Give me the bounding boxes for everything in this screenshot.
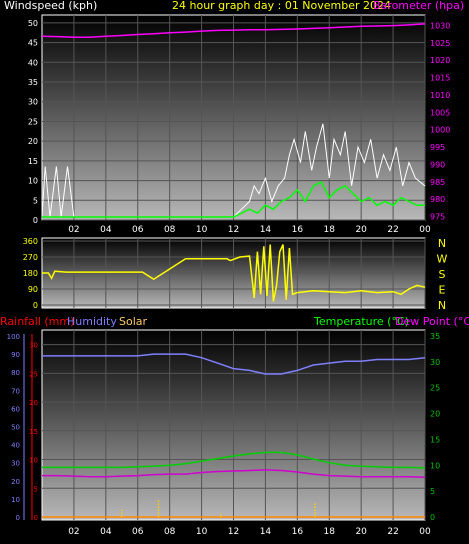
chart-title: 24 hour graph day : 01 November 2024 xyxy=(172,0,392,12)
rainfall-axis-label: Rainfall (mm) xyxy=(0,315,75,328)
temperature-tick-label: 30 xyxy=(430,358,440,367)
direction-tick-label: 90 xyxy=(28,285,38,294)
barometer-tick-label: 1000 xyxy=(430,126,450,135)
barometer-tick-label: 1005 xyxy=(430,108,450,117)
x-tick-label: 14 xyxy=(260,225,272,235)
rainfall-tick-label: 5 xyxy=(34,485,38,493)
x-tick-label: 22 xyxy=(387,225,398,235)
barometer-tick-label: 1025 xyxy=(430,39,450,48)
humidity-axis-label: Humidity xyxy=(67,315,117,328)
rainfall-tick-label: 25 xyxy=(29,370,38,378)
x-tick-label: 18 xyxy=(324,225,336,235)
temperature-tick-label: 35 xyxy=(430,332,440,341)
direction-tick-label: 180 xyxy=(23,269,38,278)
x-tick-label: 10 xyxy=(196,527,208,537)
windspeed-axis-label: Windspeed (kph) xyxy=(4,0,98,12)
windspeed-tick-label: 25 xyxy=(28,117,38,126)
weather-graph-stage: 0510152025303540455097598098599099510001… xyxy=(7,14,450,537)
humidity-tick-label: 70 xyxy=(11,387,20,395)
humidity-tick-label: 60 xyxy=(11,405,20,413)
x-tick-label: 08 xyxy=(164,527,176,537)
temperature-tick-label: 5 xyxy=(430,487,435,496)
humidity-tick-label: 50 xyxy=(11,424,20,432)
windspeed-tick-label: 45 xyxy=(28,39,38,48)
compass-letter: S xyxy=(439,268,446,281)
dewpoint-axis-label: Dew Point (°C) xyxy=(395,315,469,328)
humidity-tick-label: 100 xyxy=(7,333,20,341)
humidity-tick-label: 0 xyxy=(16,514,20,522)
barometer-axis-label: Barometer (hpa) xyxy=(373,0,465,12)
temperature-tick-label: 10 xyxy=(430,461,440,470)
barometer-tick-label: 1030 xyxy=(430,21,450,30)
windspeed-tick-label: 40 xyxy=(28,58,38,67)
temperature-tick-label: 15 xyxy=(430,435,440,444)
x-tick-label: 16 xyxy=(292,527,304,537)
x-tick-label: 22 xyxy=(387,527,398,537)
direction-tick-label: 0 xyxy=(33,301,38,310)
x-tick-label: 06 xyxy=(132,225,144,235)
compass-letter: N xyxy=(438,237,446,250)
rainfall-tick-label: 0 xyxy=(34,514,38,522)
windspeed-tick-label: 5 xyxy=(33,196,38,205)
barometer-tick-label: 985 xyxy=(430,178,445,187)
x-tick-label: 04 xyxy=(100,527,112,537)
direction-tick-label: 270 xyxy=(23,253,38,262)
barometer-tick-label: 975 xyxy=(430,213,445,222)
windspeed-tick-label: 30 xyxy=(28,98,38,107)
compass-letter: W xyxy=(437,253,448,266)
humidity-tick-label: 20 xyxy=(11,478,20,486)
x-tick-label: 14 xyxy=(260,527,272,537)
windspeed-tick-label: 35 xyxy=(28,78,38,87)
rainfall-tick-label: 15 xyxy=(29,428,38,436)
windspeed-tick-label: 0 xyxy=(33,216,38,225)
x-tick-label: 04 xyxy=(100,225,112,235)
x-tick-label: 06 xyxy=(132,527,144,537)
compass-letter: E xyxy=(439,284,446,297)
x-tick-label: 02 xyxy=(68,527,79,537)
solar-axis-label: Solar xyxy=(119,315,148,328)
x-tick-label: 00 xyxy=(419,225,431,235)
x-tick-label: 16 xyxy=(292,225,304,235)
humidity-tick-label: 80 xyxy=(11,369,20,377)
barometer-tick-label: 995 xyxy=(430,143,445,152)
compass-letter: N xyxy=(438,299,446,312)
rainfall-tick-label: 20 xyxy=(29,399,38,407)
x-tick-label: 18 xyxy=(324,527,336,537)
barometer-tick-label: 1010 xyxy=(430,91,450,100)
barometer-tick-label: 980 xyxy=(430,195,445,204)
rainfall-tick-label: 30 xyxy=(29,342,38,350)
barometer-tick-label: 1015 xyxy=(430,74,450,83)
windspeed-tick-label: 15 xyxy=(28,157,38,166)
x-tick-label: 02 xyxy=(68,225,79,235)
x-tick-label: 20 xyxy=(355,225,367,235)
temperature-tick-label: 0 xyxy=(430,513,435,522)
barometer-tick-label: 990 xyxy=(430,160,445,169)
humidity-tick-label: 90 xyxy=(11,351,20,359)
rainfall-tick-label: 10 xyxy=(29,457,38,465)
humidity-tick-label: 40 xyxy=(11,442,20,450)
x-tick-label: 10 xyxy=(196,225,208,235)
windspeed-tick-label: 50 xyxy=(28,19,38,28)
x-tick-label: 08 xyxy=(164,225,176,235)
humidity-tick-label: 30 xyxy=(11,460,20,468)
direction-tick-label: 360 xyxy=(23,237,38,246)
temperature-tick-label: 20 xyxy=(430,410,440,419)
x-tick-label: 12 xyxy=(228,225,239,235)
temperature-tick-label: 25 xyxy=(430,384,440,393)
x-tick-label: 20 xyxy=(355,527,367,537)
x-tick-label: 12 xyxy=(228,527,239,537)
humidity-tick-label: 10 xyxy=(11,496,20,504)
windspeed-tick-label: 20 xyxy=(28,137,38,146)
windspeed-tick-label: 10 xyxy=(28,177,38,186)
x-tick-label: 00 xyxy=(419,527,431,537)
barometer-tick-label: 1020 xyxy=(430,56,450,65)
